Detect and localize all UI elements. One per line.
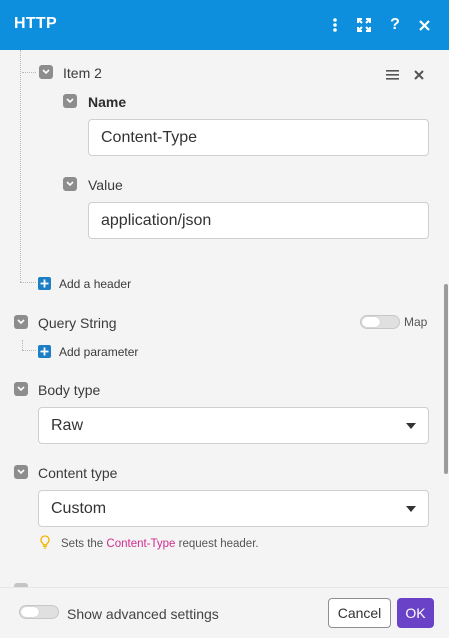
map-toggle-label: Map [404,315,428,329]
content-type-hint: Sets the Content-Type request header. [61,538,259,550]
header-name-input[interactable]: Content-Type [88,119,429,156]
ok-button[interactable]: OK [397,598,434,628]
tree-line [22,350,36,351]
add-header-button[interactable]: Add a header [59,277,131,291]
content-type-chevron-icon[interactable] [14,465,28,479]
lightbulb-icon [40,535,50,554]
more-vertical-icon[interactable] [325,15,345,35]
module-footer: Show advanced settings Cancel OK [0,587,449,638]
content-type-label: Content type [38,465,118,481]
advanced-settings-label: Show advanced settings [67,606,219,622]
module-title: HTTP [14,15,57,32]
help-icon[interactable]: ? [385,15,405,35]
body-type-label: Body type [38,382,101,398]
cancel-button[interactable]: Cancel [328,598,391,628]
close-icon[interactable] [414,15,434,35]
dropdown-caret-icon [406,423,416,429]
module-header: HTTP ? [0,0,449,50]
content-type-selected-value: Custom [51,499,107,517]
add-parameter-icon[interactable] [38,345,51,358]
add-header-icon[interactable] [38,277,51,290]
tree-line [20,50,21,282]
hint-prefix: Sets the [61,538,104,550]
remove-item-icon[interactable] [414,67,424,85]
content-type-select[interactable]: Custom [38,490,429,527]
expand-icon[interactable] [354,15,374,35]
query-string-chevron-icon[interactable] [14,315,28,329]
body-type-selected-value: Raw [51,416,84,434]
scrollbar[interactable] [444,284,448,474]
add-parameter-button[interactable]: Add parameter [59,345,138,359]
advanced-settings-toggle[interactable] [19,605,59,619]
hint-code: Content-Type [106,538,176,550]
tree-line [22,72,36,73]
drag-handle-icon[interactable] [386,67,399,85]
name-field-label: Name [88,94,127,110]
module-settings-panel: Item 2 Name Content-Type Value applicati… [0,50,449,587]
toggle-knob [362,317,380,327]
value-field-label: Value [88,177,123,193]
toggle-knob [21,607,39,617]
dropdown-caret-icon [406,506,416,512]
tree-line [20,282,36,283]
header-value-input[interactable]: application/json [88,202,429,239]
item-label: Item 2 [63,65,102,81]
value-field-chevron-icon[interactable] [63,177,77,191]
query-string-label: Query String [38,315,117,331]
body-type-select[interactable]: Raw [38,407,429,444]
tree-line [22,340,23,350]
collapse-item-chevron-icon[interactable] [39,65,53,79]
hint-suffix: request header. [178,538,259,550]
body-type-chevron-icon[interactable] [14,382,28,396]
name-field-chevron-icon[interactable] [63,94,77,108]
map-toggle[interactable] [360,315,400,329]
